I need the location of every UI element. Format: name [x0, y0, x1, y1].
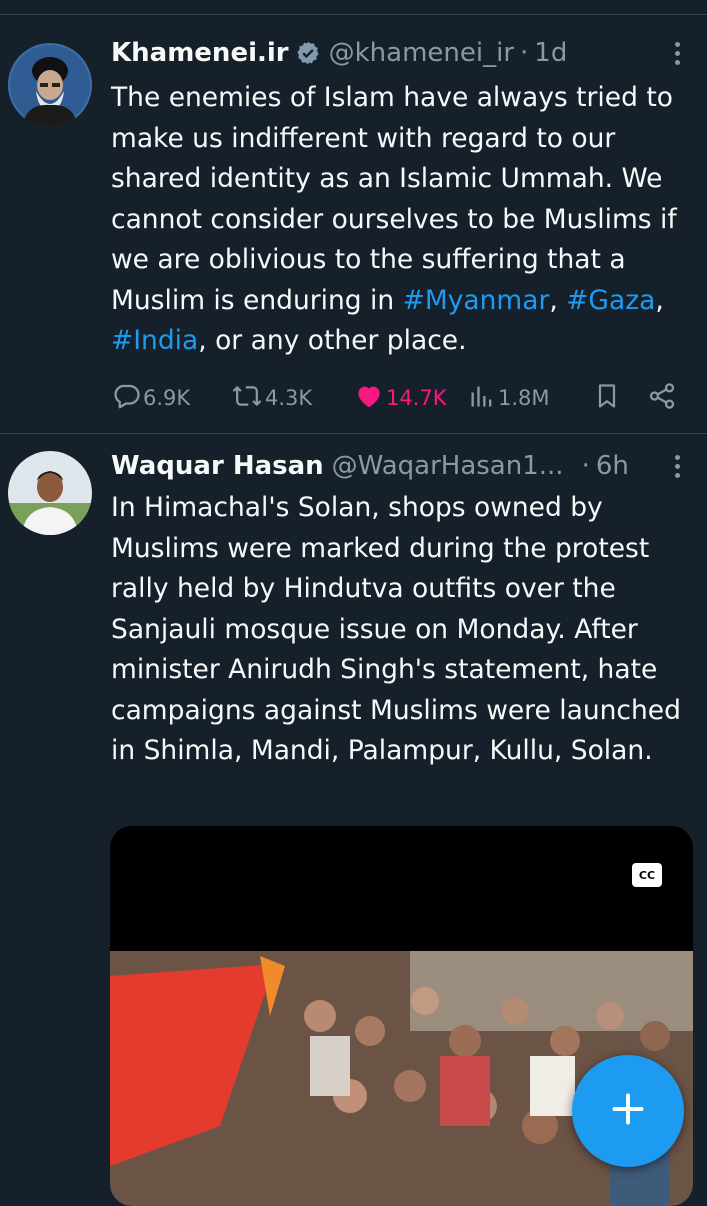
separator-dot: ·	[581, 451, 590, 481]
tweet-text-part: ,	[655, 284, 664, 316]
reply-icon	[111, 381, 141, 416]
action-bar: 6.9K 4.3K 14.7K 1.8M	[111, 380, 691, 416]
avatar[interactable]	[8, 451, 92, 535]
handle[interactable]: @khamenei_ir	[329, 38, 514, 68]
tweet-text: The enemies of Islam have always tried t…	[111, 78, 696, 362]
tweet-khamenei[interactable]: Khamenei.ir @khamenei_ir · 1d The enemie…	[0, 0, 707, 433]
display-name[interactable]: Waquar Hasan	[111, 451, 324, 481]
more-icon[interactable]	[665, 446, 689, 486]
captions-button[interactable]: CC	[632, 863, 662, 887]
views-button[interactable]: 1.8M	[468, 380, 550, 416]
more-icon[interactable]	[665, 33, 689, 73]
views-icon	[468, 381, 496, 416]
tweet-text-part: The enemies of Islam have always tried t…	[111, 82, 677, 316]
display-name[interactable]: Khamenei.ir	[111, 38, 289, 68]
like-button[interactable]: 14.7K	[354, 380, 447, 416]
bookmark-button[interactable]	[593, 380, 621, 416]
tweet-text-part: ,	[549, 284, 567, 316]
share-button[interactable]	[647, 380, 677, 416]
hashtag-myanmar[interactable]: #Myanmar	[403, 285, 550, 316]
hashtag-gaza[interactable]: #Gaza	[566, 285, 655, 316]
repost-button[interactable]: 4.3K	[231, 380, 312, 416]
like-icon	[354, 381, 384, 416]
hashtag-india[interactable]: #India	[111, 325, 198, 356]
timestamp[interactable]: 6h	[596, 451, 629, 481]
repost-icon	[231, 381, 263, 416]
separator-dot: ·	[520, 38, 529, 68]
timestamp[interactable]: 1d	[534, 38, 567, 68]
tweet-text: In Himachal's Solan, shops owned by Musl…	[111, 492, 681, 766]
repost-count: 4.3K	[265, 386, 313, 410]
reply-button[interactable]: 6.9K	[111, 380, 190, 416]
reply-count: 6.9K	[143, 386, 191, 410]
bookmark-icon	[593, 381, 621, 416]
like-count: 14.7K	[386, 386, 447, 410]
compose-plus-icon	[610, 1091, 646, 1131]
verified-badge-icon	[295, 40, 321, 66]
share-icon	[647, 381, 677, 416]
tweet-header: Waquar Hasan @WaqarHasan1... · 6h	[111, 446, 629, 486]
tweet-text-part: , or any other place.	[198, 325, 467, 356]
handle[interactable]: @WaqarHasan1...	[332, 451, 564, 481]
tweet-header: Khamenei.ir @khamenei_ir · 1d	[111, 33, 567, 73]
views-count: 1.8M	[498, 386, 550, 410]
compose-button[interactable]	[572, 1055, 684, 1167]
avatar[interactable]	[8, 43, 92, 127]
